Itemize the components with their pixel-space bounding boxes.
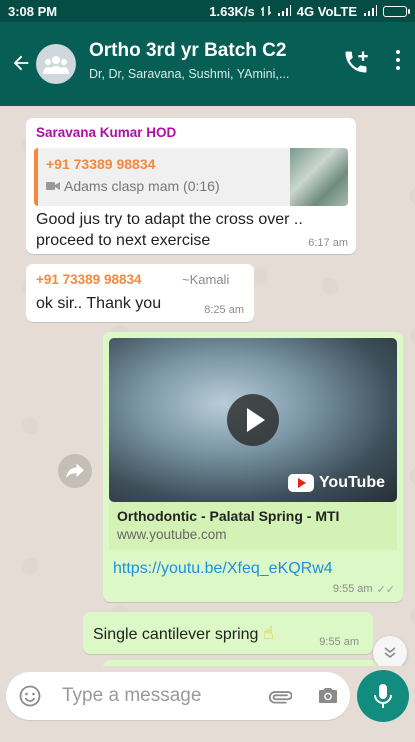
double-chevron-down-icon xyxy=(384,647,396,659)
paperclip-icon xyxy=(268,691,293,704)
outgoing-message[interactable]: Single cantilever spring ☝ 9:55 am xyxy=(83,612,373,654)
group-avatar[interactable] xyxy=(36,44,76,84)
quoted-message[interactable]: +91 73389 98834 Adams clasp mam (0:16) xyxy=(34,148,348,206)
incoming-message[interactable]: Saravana Kumar HOD +91 73389 98834 Adams… xyxy=(26,118,356,254)
quoted-text: Adams clasp mam (0:16) xyxy=(64,178,220,194)
play-icon[interactable] xyxy=(227,394,279,446)
video-thumbnail[interactable]: YouTube xyxy=(109,338,397,502)
outgoing-message[interactable] xyxy=(103,660,403,666)
message-list[interactable]: Saravana Kumar HOD +91 73389 98834 Adams… xyxy=(0,106,415,666)
quoted-thumbnail xyxy=(290,148,348,206)
youtube-wordmark: YouTube xyxy=(318,474,385,491)
voice-record-button[interactable] xyxy=(357,670,409,722)
group-icon xyxy=(43,56,69,74)
chat-title[interactable]: Ortho 3rd yr Batch C2 xyxy=(89,40,286,62)
youtube-logo: YouTube xyxy=(287,474,385,492)
more-vert-icon-dot xyxy=(396,66,400,70)
carrier-label: 4G VoLTE xyxy=(296,3,357,19)
message-sender: +91 73389 98834 xyxy=(36,272,142,287)
link-domain: www.youtube.com xyxy=(117,527,227,542)
message-sender: Saravana Kumar HOD xyxy=(36,125,177,140)
outgoing-message[interactable]: YouTube Orthodontic - Palatal Spring - M… xyxy=(103,332,403,602)
status-indicators: 1.63K/s 4G VoLTE xyxy=(209,3,410,19)
message-text-content: Single cantilever spring xyxy=(93,626,259,643)
signal-icon xyxy=(277,5,291,16)
status-bar: 3:08 PM 1.63K/s 4G VoLTE xyxy=(0,0,415,22)
message-link[interactable]: https://youtu.be/Xfeq_eKQRw4 xyxy=(113,560,333,578)
arrow-left-icon xyxy=(13,55,29,71)
battery-icon xyxy=(383,5,410,17)
more-vert-icon-dot xyxy=(396,58,400,62)
message-composer xyxy=(6,672,350,720)
message-time-text: 9:55 am xyxy=(332,583,373,595)
message-input[interactable] xyxy=(62,682,252,710)
more-vert-icon xyxy=(396,50,400,54)
video-icon xyxy=(46,182,60,190)
sender-push-name: ~Kamali xyxy=(182,272,230,287)
forward-icon xyxy=(66,463,84,479)
incoming-message[interactable]: +91 73389 98834 ~Kamali ok sir.. Thank y… xyxy=(26,264,254,322)
emoji-button[interactable] xyxy=(18,684,42,708)
link-title: Orthodontic - Palatal Spring - MTI xyxy=(117,508,340,524)
message-text-line: Good jus try to adapt the cross over .. xyxy=(36,211,303,228)
chat-participants[interactable]: Dr, Dr, Saravana, Sushmi, YAmini,... xyxy=(89,67,319,81)
message-text: Single cantilever spring ☝ xyxy=(93,623,274,644)
camera-button[interactable] xyxy=(316,684,340,708)
chat-header: Ortho 3rd yr Batch C2 Dr, Dr, Saravana, … xyxy=(0,22,415,106)
add-call-icon xyxy=(345,51,368,73)
signal-icon-2 xyxy=(364,5,377,16)
attach-button[interactable] xyxy=(268,684,293,708)
forward-button[interactable] xyxy=(58,454,92,488)
quoted-content: Adams clasp mam (0:16) xyxy=(46,178,220,194)
back-button[interactable] xyxy=(10,52,32,79)
camera-icon xyxy=(319,688,337,703)
mic-icon xyxy=(374,684,392,708)
quoted-sender: +91 73389 98834 xyxy=(46,156,156,172)
message-text-line: proceed to next exercise xyxy=(36,232,211,249)
pointing-up-emoji: ☝ xyxy=(262,623,274,643)
youtube-icon xyxy=(287,474,314,492)
read-receipt-icon: ✓✓ xyxy=(376,584,395,596)
message-time: 6:17 am xyxy=(308,237,348,249)
message-text: ok sir.. Thank you xyxy=(36,295,162,312)
message-time: 9:55 am ✓✓ xyxy=(333,583,395,596)
data-arrows-icon xyxy=(260,6,271,16)
scroll-to-bottom-button[interactable] xyxy=(373,636,407,666)
add-call-button[interactable] xyxy=(342,48,370,76)
emoji-icon xyxy=(19,685,41,707)
link-preview[interactable]: Orthodontic - Palatal Spring - MTI www.y… xyxy=(109,502,397,550)
more-options-button[interactable] xyxy=(390,50,406,78)
status-time: 3:08 PM xyxy=(8,3,58,19)
message-time: 9:55 am xyxy=(319,636,359,648)
message-time: 8:25 am xyxy=(204,304,244,316)
network-speed: 1.63K/s xyxy=(209,3,255,19)
